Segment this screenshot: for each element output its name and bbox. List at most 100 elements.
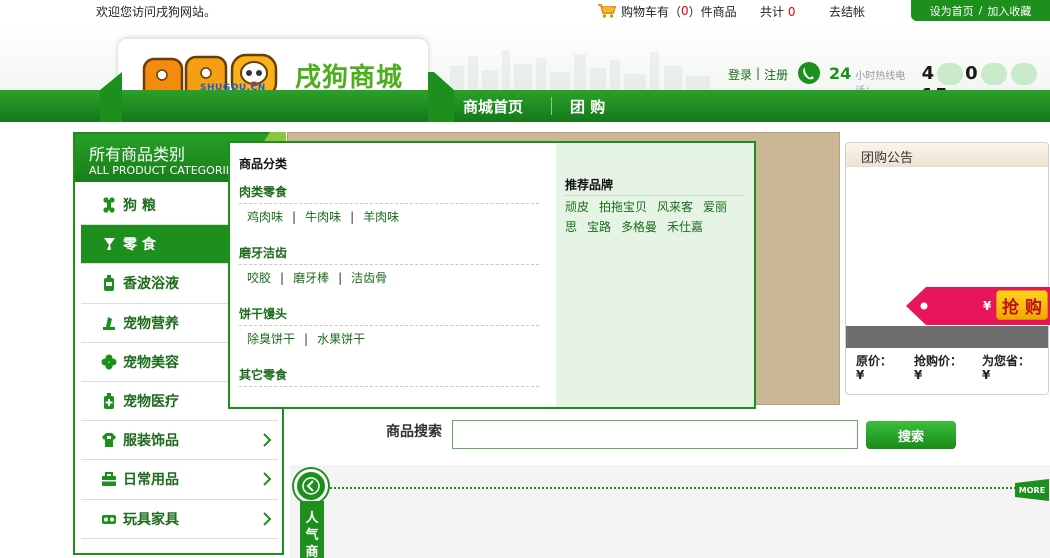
nav-group-buy[interactable]: 团 购 bbox=[570, 96, 605, 117]
brand-link[interactable]: 风来客 bbox=[657, 200, 693, 214]
category-label: 狗 粮 bbox=[123, 198, 156, 215]
clover-icon bbox=[101, 354, 117, 370]
cart-count: 0 bbox=[681, 4, 689, 18]
redacted-digits bbox=[1010, 63, 1037, 85]
subcategory-title[interactable]: 饼干馒头 bbox=[239, 305, 539, 326]
category-label: 宠物医疗 bbox=[123, 394, 179, 411]
brand-link[interactable]: 多格曼 bbox=[621, 220, 657, 234]
category-label: 玩具家具 bbox=[123, 511, 179, 528]
nav-right-edge bbox=[428, 72, 454, 122]
brand-column: 推荐品牌 顽皮 拍拖宝贝 风来客 爱丽思 宝路 多格曼 禾仕嘉 bbox=[556, 143, 754, 407]
subcategory-link[interactable]: 羊肉味 bbox=[363, 210, 399, 224]
subcategory-link[interactable]: 除臭饼干 bbox=[247, 332, 295, 346]
subcategory-links: 鸡肉味 | 牛肉味 | 羊肉味 bbox=[239, 208, 539, 225]
top-bar: 欢迎您访问戌狗网站。 购物车有（ 0 ）件商品 共计 0 去结帐 设为首页 / 加入… bbox=[0, 0, 1050, 22]
login-link[interactable]: 登录 bbox=[728, 66, 752, 83]
city-skyline-decoration bbox=[450, 50, 710, 90]
cart-suffix: ）件商品 bbox=[688, 4, 737, 19]
bottle-icon bbox=[101, 275, 117, 292]
favorites-tab: 设为首页 / 加入收藏 bbox=[911, 0, 1050, 21]
price-label: 为您省： bbox=[982, 354, 1031, 368]
brand-list: 顽皮 拍拖宝贝 风来客 爱丽思 宝路 多格曼 禾仕嘉 bbox=[565, 197, 745, 237]
category-title: 所有商品类别 bbox=[89, 145, 186, 164]
popular-tab-label: 人气商 bbox=[300, 501, 324, 558]
category-label: 日常用品 bbox=[123, 472, 179, 489]
chevron-right-icon bbox=[263, 433, 272, 447]
search-label: 商品搜索 bbox=[386, 424, 442, 440]
chevron-right-icon bbox=[263, 472, 272, 487]
group-price: 抢购价： ¥ bbox=[914, 354, 982, 382]
more-label: MORE bbox=[1019, 486, 1045, 495]
popular-section bbox=[290, 465, 1050, 558]
cart-prefix: 购物车有（ bbox=[621, 4, 682, 19]
main-nav-bar bbox=[0, 90, 1050, 122]
saved-amount: 为您省： ¥ bbox=[982, 354, 1040, 382]
group-buy-panel: 团购公告 ¥ 抢 购 原价： ¥ 抢购价： ¥ 为您省： ¥ bbox=[845, 142, 1050, 395]
brand-link[interactable]: 宝路 bbox=[587, 220, 611, 234]
link-divider: | bbox=[292, 210, 297, 224]
dotted-divider bbox=[330, 487, 1016, 489]
phone-part-b: 0 bbox=[965, 63, 979, 84]
link-divider: | bbox=[350, 210, 355, 224]
more-button[interactable]: MORE bbox=[1015, 479, 1049, 501]
subcategory-link[interactable]: 水果饼干 bbox=[317, 332, 365, 346]
original-price: 原价： ¥ bbox=[856, 354, 914, 382]
medical-icon bbox=[101, 393, 117, 410]
subcategory-link[interactable]: 鸡肉味 bbox=[247, 210, 283, 224]
checkout-link[interactable]: 去结帐 bbox=[829, 3, 865, 20]
subcategory-link[interactable]: 磨牙棒 bbox=[293, 271, 329, 285]
category-item-clothing[interactable]: 服装饰品 bbox=[81, 421, 278, 461]
hotline-24: 24 bbox=[829, 64, 852, 83]
subcategory-group-meat: 肉类零食 鸡肉味 | 牛肉味 | 羊肉味 bbox=[239, 183, 539, 225]
link-divider: | bbox=[338, 271, 343, 285]
total-value: 0 bbox=[787, 5, 796, 19]
shopping-cart-icon bbox=[598, 4, 617, 18]
subcategory-heading: 商品分类 bbox=[239, 157, 288, 171]
total-label: 共计 bbox=[760, 5, 785, 19]
chevron-right-icon bbox=[263, 511, 272, 526]
subcategory-group-biscuits: 饼干馒头 除臭饼干 | 水果饼干 bbox=[239, 305, 539, 347]
price-value: ¥ bbox=[914, 368, 923, 382]
category-item-daily-goods[interactable]: 日常用品 bbox=[81, 460, 278, 500]
category-label: 香波浴液 bbox=[123, 276, 179, 293]
treat-icon bbox=[101, 236, 117, 252]
group-buy-title: 团购公告 bbox=[846, 143, 1048, 167]
search-button[interactable]: 搜索 bbox=[866, 421, 956, 449]
subcategory-title[interactable]: 肉类零食 bbox=[239, 183, 539, 204]
countdown-bar bbox=[846, 326, 1048, 348]
nav-divider bbox=[551, 97, 552, 115]
subcategory-link[interactable]: 洁齿骨 bbox=[351, 271, 387, 285]
toy-icon bbox=[101, 511, 117, 527]
brand-link[interactable]: 拍拖宝贝 bbox=[599, 200, 647, 214]
subcategory-link[interactable]: 咬胶 bbox=[247, 271, 271, 285]
group-buy-price: ¥ bbox=[983, 299, 992, 313]
nav-left-edge bbox=[100, 72, 122, 122]
popular-prev-button[interactable] bbox=[294, 469, 328, 503]
add-favorite-link[interactable]: 加入收藏 bbox=[987, 3, 1031, 19]
brand-heading: 推荐品牌 bbox=[565, 176, 745, 196]
brand-link[interactable]: 顽皮 bbox=[565, 200, 589, 214]
subcategory-group-other: 其它零食 bbox=[239, 366, 539, 387]
set-homepage-link[interactable]: 设为首页 bbox=[930, 3, 974, 19]
cart-total: 共计 0 bbox=[760, 3, 795, 20]
search-input[interactable] bbox=[452, 420, 858, 449]
register-link[interactable]: 注册 bbox=[764, 66, 788, 83]
brand-link[interactable]: 禾仕嘉 bbox=[667, 220, 703, 234]
subcategory-link[interactable]: 牛肉味 bbox=[305, 210, 341, 224]
subcategory-links: 咬胶 | 磨牙棒 | 洁齿骨 bbox=[239, 269, 539, 286]
chevron-left-icon bbox=[302, 477, 320, 495]
welcome-text: 欢迎您访问戌狗网站。 bbox=[96, 5, 217, 19]
category-label: 宠物美容 bbox=[123, 354, 179, 371]
phone-part-a: 4 bbox=[921, 63, 936, 84]
subcategory-column: 商品分类 肉类零食 鸡肉味 | 牛肉味 | 羊肉味 磨牙洁齿 咬胶 | 磨牙棒 | 洁齿骨 饼干… bbox=[230, 143, 556, 407]
buy-now-button[interactable]: 抢 购 bbox=[996, 290, 1048, 320]
clothing-icon bbox=[101, 432, 117, 448]
redacted-digits bbox=[937, 63, 964, 85]
category-item-toys-furniture[interactable]: 玩具家具 bbox=[81, 500, 278, 539]
cart-summary[interactable]: 购物车有（ 0 ）件商品 bbox=[597, 2, 737, 20]
link-divider: | bbox=[280, 271, 285, 285]
subcategory-title[interactable]: 其它零食 bbox=[239, 366, 539, 387]
nav-home[interactable]: 商城首页 bbox=[463, 96, 523, 117]
nutrition-icon bbox=[101, 315, 117, 331]
subcategory-title[interactable]: 磨牙洁齿 bbox=[239, 244, 539, 265]
